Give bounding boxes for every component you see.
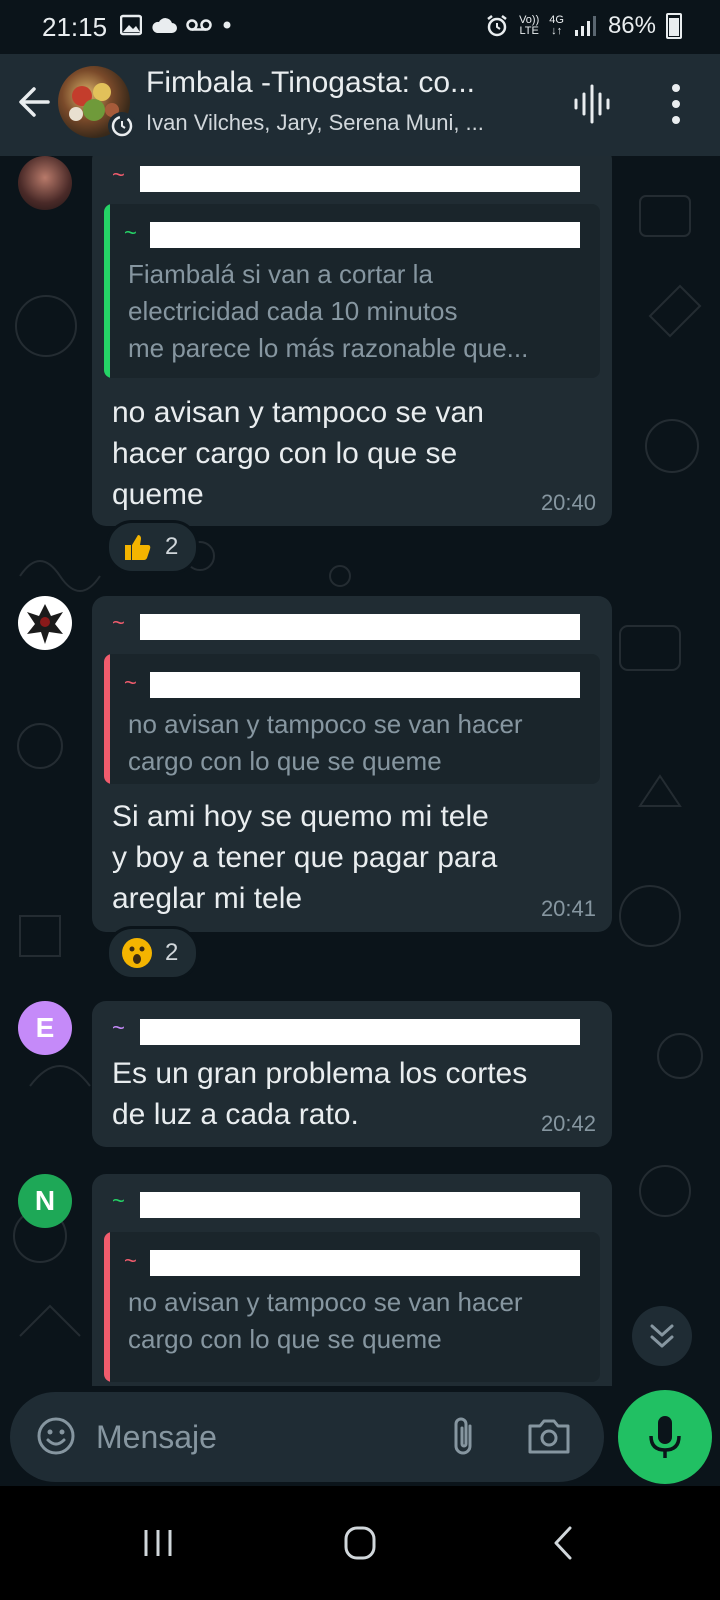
- status-notification-icons: [120, 14, 234, 36]
- quote-line: me parece lo más razonable que...: [128, 333, 529, 363]
- back-arrow-icon[interactable]: [14, 82, 54, 122]
- emoji-icon[interactable]: [34, 1414, 78, 1458]
- camera-icon[interactable]: [526, 1414, 572, 1458]
- battery-percent: 86%: [607, 12, 656, 39]
- sender-avatar[interactable]: [18, 156, 72, 210]
- quote-line: no avisan y tampoco se van hacer: [128, 709, 523, 739]
- message-bubble[interactable]: ~ Es un gran problema los cortes de luz …: [92, 1001, 612, 1147]
- sender-name[interactable]: ~: [112, 610, 592, 646]
- reaction-count: 2: [165, 533, 179, 560]
- sender-name[interactable]: ~: [112, 1188, 592, 1224]
- voice-record-button[interactable]: [618, 1390, 712, 1484]
- quote-line: no avisan y tampoco se van hacer: [128, 1287, 523, 1317]
- group-title[interactable]: Fimbala -Tinogasta: co...: [146, 66, 556, 100]
- cloud-icon: [152, 18, 177, 33]
- message-line: no avisan y tampoco se van: [112, 396, 484, 429]
- status-time: 21:15: [42, 12, 108, 42]
- data-arrows-icon: ↓↑: [551, 25, 563, 37]
- recent-apps-icon[interactable]: [128, 1518, 188, 1568]
- double-chevron-down-icon: [650, 1324, 674, 1348]
- quote-accent-bar: [104, 204, 110, 378]
- status-system-icons: Vo)) LTE 4G ↓↑ 86%: [485, 12, 682, 40]
- microphone-icon: [649, 1416, 681, 1458]
- sender-avatar[interactable]: E: [18, 1001, 72, 1055]
- dot-icon: [223, 21, 231, 29]
- redacted-quote-sender: [150, 1250, 580, 1276]
- network-type-indicator: 4G ↓↑: [549, 14, 564, 37]
- message-line: Si ami hoy se quemo mi tele: [112, 800, 489, 833]
- more-options-icon[interactable]: [656, 78, 696, 130]
- thumbs-up-icon: [125, 535, 151, 560]
- redacted-sender: [140, 1192, 580, 1218]
- home-icon[interactable]: [330, 1518, 390, 1568]
- message-time: 20:41: [540, 896, 596, 921]
- battery-icon: [666, 13, 682, 39]
- paperclip-icon[interactable]: [444, 1414, 484, 1458]
- redacted-quote-sender: [150, 672, 580, 698]
- surprised-face-icon: [122, 938, 152, 968]
- quoted-message[interactable]: ~ Fiambalá si van a cortar la electricid…: [104, 204, 600, 378]
- group-members[interactable]: Ivan Vilches, Jary, Serena Muni, ...: [146, 110, 556, 136]
- signal-icon: [574, 16, 596, 36]
- chat-header[interactable]: Fimbala -Tinogasta: co... Ivan Vilches, …: [0, 54, 720, 156]
- timer-icon: [111, 115, 133, 137]
- quote-line: cargo con lo que se queme: [128, 1324, 442, 1354]
- sender-avatar[interactable]: [18, 596, 72, 650]
- message-bubble[interactable]: ~ ~ no avisan y tampoco se van hacer car…: [92, 596, 612, 932]
- message-bubble[interactable]: ~ ~ Fiambalá si van a cortar la electric…: [92, 156, 612, 526]
- reaction-count: 2: [165, 939, 179, 966]
- sender-name[interactable]: ~: [112, 162, 592, 198]
- voice-chat-icon[interactable]: [570, 82, 614, 126]
- message-line: y boy a tener que pagar para: [112, 841, 498, 874]
- redacted-quote-sender: [150, 222, 580, 248]
- quoted-message[interactable]: ~ no avisan y tampoco se van hacer cargo…: [104, 1232, 600, 1382]
- reaction-badge[interactable]: 2: [106, 520, 200, 574]
- message-bubble[interactable]: ~ ~ no avisan y tampoco se van hacer car…: [92, 1174, 612, 1386]
- message-input-container[interactable]: [10, 1392, 604, 1482]
- message-time: 20:42: [540, 1111, 596, 1136]
- composer: [0, 1386, 720, 1486]
- voicemail-icon: [186, 19, 212, 31]
- reaction-badge[interactable]: 2: [106, 926, 200, 980]
- message-line: de luz a cada rato.: [112, 1098, 359, 1131]
- dark-emblem-icon: [27, 604, 63, 644]
- lte-indicator: Vo)) LTE: [519, 14, 540, 37]
- redacted-sender: [140, 614, 580, 640]
- scroll-to-bottom-button[interactable]: [632, 1306, 692, 1366]
- message-line: hacer cargo con lo que se: [112, 437, 458, 470]
- avatar-letter: E: [35, 1012, 55, 1043]
- community-badge: [108, 112, 136, 140]
- sender-name[interactable]: ~: [112, 1015, 592, 1051]
- message-line: areglar mi tele: [112, 882, 303, 915]
- redacted-sender: [140, 1019, 580, 1045]
- message-line: queme: [112, 478, 204, 511]
- message-line: Es un gran problema los cortes: [112, 1057, 528, 1090]
- avatar-letter: N: [34, 1185, 56, 1216]
- status-bar: 21:15 Vo)) LTE 4G ↓↑ 86%: [0, 0, 720, 54]
- quote-line: electricidad cada 10 minutos: [128, 296, 458, 326]
- message-input[interactable]: [94, 1414, 418, 1460]
- quoted-message[interactable]: ~ no avisan y tampoco se van hacer cargo…: [104, 654, 600, 784]
- system-navigation-bar: [0, 1486, 720, 1600]
- message-list[interactable]: ~ ~ Fiambalá si van a cortar la electric…: [0, 156, 720, 1386]
- alarm-icon: [487, 15, 507, 37]
- sender-avatar[interactable]: N: [18, 1174, 72, 1228]
- quote-accent-bar: [104, 1232, 110, 1382]
- redacted-sender: [140, 166, 580, 192]
- back-icon[interactable]: [534, 1518, 594, 1568]
- image-icon: [120, 14, 142, 36]
- quote-line: Fiambalá si van a cortar la: [128, 259, 433, 289]
- quote-line: cargo con lo que se queme: [128, 746, 442, 776]
- message-time: 20:40: [540, 490, 596, 515]
- quote-accent-bar: [104, 654, 110, 784]
